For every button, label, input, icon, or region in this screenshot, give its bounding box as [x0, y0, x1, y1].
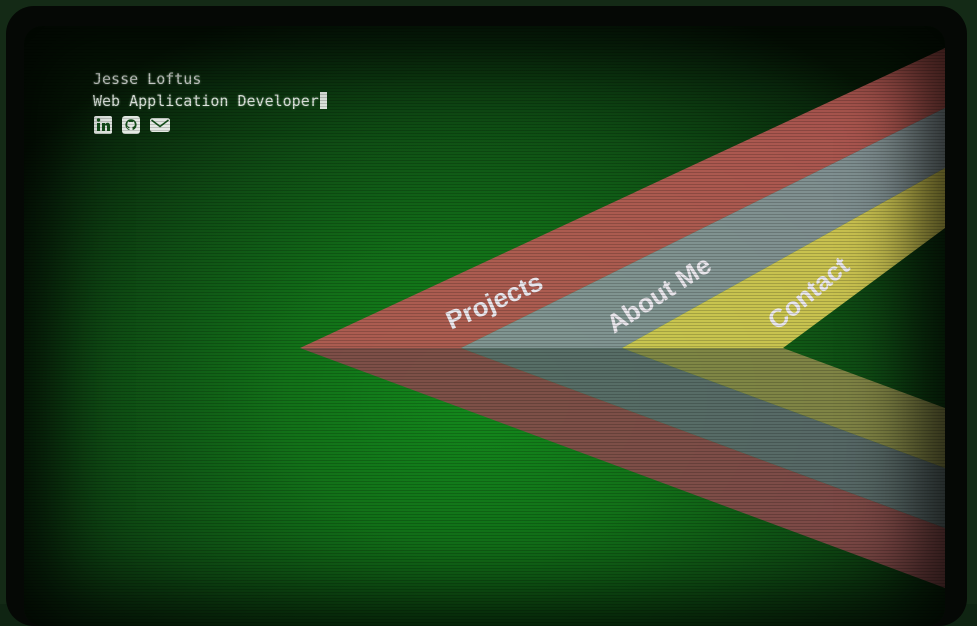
monitor-bezel: Projects About Me Contact Jesse Loftus W…: [6, 6, 967, 626]
crt-screen: Projects About Me Contact Jesse Loftus W…: [24, 26, 945, 626]
site-tagline: Web Application Developer: [93, 92, 319, 110]
site-owner-name: Jesse Loftus: [93, 70, 202, 88]
site-header: Jesse Loftus Web Application Developer: [93, 68, 327, 135]
monitor-frame: Projects About Me Contact Jesse Loftus W…: [0, 0, 977, 626]
site-tagline-line: Web Application Developer: [93, 90, 327, 112]
email-icon[interactable]: [149, 115, 171, 135]
linkedin-icon[interactable]: [93, 115, 115, 135]
social-links: [93, 115, 327, 135]
text-cursor: [319, 92, 327, 109]
github-icon[interactable]: [121, 115, 143, 135]
